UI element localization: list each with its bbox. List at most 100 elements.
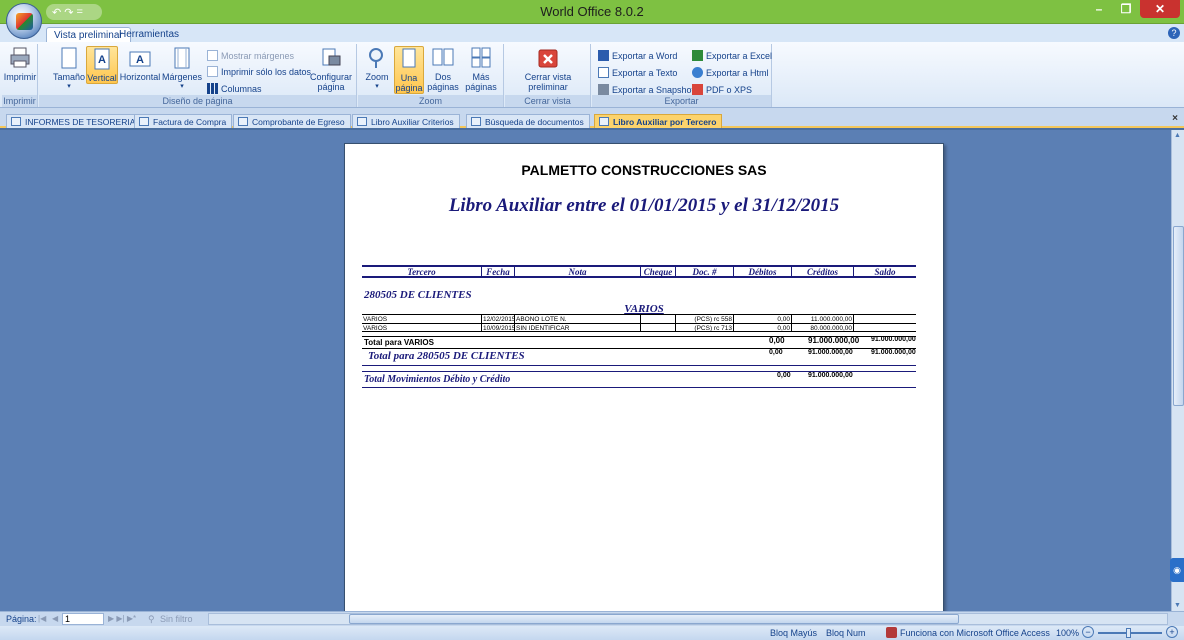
minimize-button[interactable]: – [1086,0,1112,18]
exportar-snapshot-button[interactable]: Exportar a Snapshot [598,84,694,95]
total-movimientos-creditos: 91.000.000,00 [808,372,853,379]
zoom-slider[interactable] [1098,628,1162,638]
margenes-button[interactable]: Márgenes ▾ [162,46,202,92]
total-movimientos-label: Total Movimientos Débito y Crédito [364,374,511,385]
next-page-icon[interactable]: ▶ ▶| ▶* [108,614,136,623]
exportar-snapshot-label: Exportar a Snapshot [612,84,695,95]
cell-fecha: 10/09/2015 [483,324,515,331]
close-button[interactable]: ✕ [1140,0,1180,18]
landscape-icon: A [129,51,151,67]
cell-saldo [854,324,916,331]
scroll-up-icon[interactable]: ▲ [1174,132,1181,139]
office-logo-icon [16,13,33,30]
vertical-button[interactable]: A Vertical [86,46,118,84]
group-diseno-pagina: Tamaño ▾ A Vertical A Horizontal Márgenes… [39,44,357,107]
exportar-html-button[interactable]: Exportar a Html [692,67,769,78]
svg-text:A: A [136,54,144,66]
total-group-label: Total para VARIOS [364,338,434,347]
sin-filtro-button[interactable]: Sin filtro [160,614,193,624]
horizontal-scroll-thumb[interactable] [349,614,959,624]
doc-tab-label: Factura de Compra [153,117,227,127]
zoom-slider-handle[interactable] [1126,628,1131,638]
form-icon [357,117,367,126]
total-account-debitos: 0,00 [769,349,783,356]
doc-tab-comprobante-egreso[interactable]: Comprobante de Egreso [233,114,351,128]
exportar-word-button[interactable]: Exportar a Word [598,50,677,61]
html-globe-icon [692,67,703,78]
report-icon [599,117,609,126]
page-number-input[interactable]: 1 [62,613,104,625]
page-setup-icon [322,48,341,66]
doc-tab-libro-auxiliar-criterios[interactable]: Libro Auxiliar Criterios [352,114,460,128]
cell-saldo [854,315,916,323]
exportar-texto-button[interactable]: Exportar a Texto [598,67,677,78]
divider [362,365,916,366]
doc-tab-label: Comprobante de Egreso [252,117,345,127]
pdf-xps-label: PDF o XPS [706,84,753,95]
caps-lock-indicator: Bloq Mayús [770,628,818,638]
imprimir-button[interactable]: Imprimir [3,46,37,82]
cerrar-label-2: preliminar [528,82,568,92]
restore-button[interactable]: ❐ [1113,0,1139,18]
one-page-icon [402,48,416,68]
doc-tab-label: Libro Auxiliar por Tercero [613,117,717,127]
zoom-out-icon[interactable]: − [1082,626,1094,638]
exportar-html-label: Exportar a Html [706,67,769,78]
exportar-excel-button[interactable]: Exportar a Excel [692,50,772,61]
tamano-button[interactable]: Tamaño ▾ [53,46,85,92]
total-movimientos-debitos: 0,00 [777,372,791,379]
office-button[interactable] [6,3,42,39]
mostrar-margenes-checkbox[interactable]: Mostrar márgenes [207,50,294,61]
two-pages-icon [432,48,454,66]
magnifier-icon [369,48,383,68]
doc-tab-libro-auxiliar-tercero[interactable]: Libro Auxiliar por Tercero [594,114,723,128]
pdf-xps-button[interactable]: PDF o XPS [692,84,752,95]
dos-paginas-button[interactable]: Dos páginas [426,46,460,92]
vertical-scroll-thumb[interactable] [1173,226,1184,406]
configurar-pagina-button[interactable]: Configurar página [310,46,352,92]
dos-paginas-label: páginas [427,82,459,92]
col-saldo: Saldo [874,267,896,277]
una-pagina-label: página [395,83,423,93]
horizontal-button[interactable]: A Horizontal [120,46,160,82]
zoom-percent: 100% [1056,628,1080,638]
title-bar: ↶ ↷ = World Office 8.0.2 – ❐ ✕ [0,0,1184,24]
prev-page-icon[interactable]: ◀ [52,614,58,623]
word-icon [598,50,609,61]
access-side-icon[interactable]: ◉ [1170,558,1184,582]
group-zoom: Zoom ▾ Una página Dos páginas Más páginas… [358,44,504,107]
scroll-down-icon[interactable]: ▼ [1174,602,1181,609]
close-tab-icon[interactable]: × [1172,113,1178,124]
doc-tab-busqueda-documentos[interactable]: Búsqueda de documentos [466,114,590,128]
tab-herramientas[interactable]: Herramientas [112,27,186,42]
cell-doc: (PCS) rc 558 [676,315,734,323]
cell-debitos: 0,00 [734,315,792,323]
doc-tab-label: Búsqueda de documentos [485,117,584,127]
total-account-creditos: 91.000.000,00 [808,349,853,356]
columnas-button[interactable]: Columnas [207,83,262,94]
form-icon [238,117,248,126]
group-cerrar: Cerrar vista preliminar Cerrar vista pre… [505,44,591,118]
zoom-in-icon[interactable]: + [1166,626,1178,638]
page-size-icon [61,47,77,69]
ribbon: Imprimir Imprimir Tamaño ▾ A Vertical A H… [0,42,1184,118]
ribbon-tabs: Vista preliminar Herramientas ? [0,24,1184,42]
help-icon[interactable]: ? [1168,27,1180,39]
cerrar-vista-button[interactable]: Cerrar vista preliminar [513,46,583,92]
doc-tab-informes-tesoreria[interactable]: INFORMES DE TESORERIA [6,114,142,128]
group-imprimir: Imprimir Imprimir [2,44,38,107]
una-pagina-button[interactable]: Una página [394,46,424,94]
imprimir-label: Imprimir [3,72,37,82]
doc-tab-factura-compra[interactable]: Factura de Compra [134,114,233,128]
text-file-icon [598,67,609,78]
zoom-button[interactable]: Zoom ▾ [362,46,392,92]
first-page-icon[interactable]: |◀ [38,614,46,623]
horizontal-scrollbar[interactable] [208,613,1168,625]
group-label-diseno: Diseño de página [39,95,356,107]
imprimir-solo-datos-checkbox[interactable]: Imprimir sólo los datos [207,66,311,77]
window-title: World Office 8.0.2 [540,4,644,19]
mas-paginas-button[interactable]: Más páginas [462,46,500,92]
margins-icon [174,47,190,69]
exportar-excel-label: Exportar a Excel [706,50,773,61]
vertical-scrollbar[interactable]: ▲ ▼ [1171,130,1184,611]
